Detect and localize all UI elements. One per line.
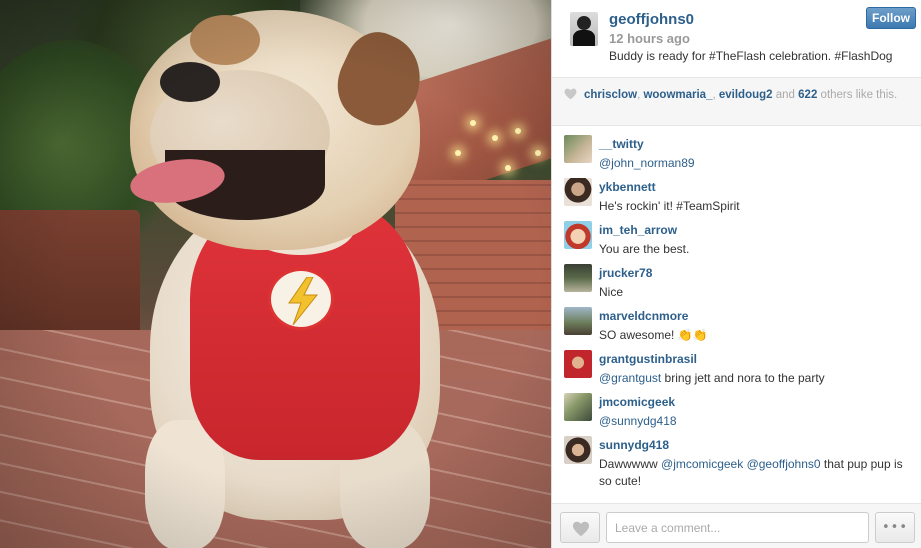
comment-body: Nice bbox=[599, 285, 624, 299]
commenter-username[interactable]: __twitty bbox=[599, 137, 644, 151]
likes-count[interactable]: 622 bbox=[798, 89, 817, 101]
comment-mention[interactable]: @grantgust bbox=[599, 371, 661, 385]
comment-text: @grantgust bring jett and nora to the pa… bbox=[599, 370, 914, 387]
ellipsis-icon: ••• bbox=[881, 519, 908, 535]
author-avatar[interactable] bbox=[570, 12, 598, 46]
like-button[interactable] bbox=[560, 512, 600, 543]
commenter-username[interactable]: sunnydg418 bbox=[599, 438, 669, 452]
commenter-avatar[interactable] bbox=[564, 178, 592, 206]
comment-text: Dawwwww @jmcomicgeek @geoffjohns0 that p… bbox=[599, 456, 914, 490]
heart-icon bbox=[573, 521, 589, 537]
post-photo[interactable] bbox=[0, 0, 551, 548]
commenter-avatar[interactable] bbox=[564, 135, 592, 163]
commenter-avatar[interactable] bbox=[564, 436, 592, 464]
commenter-username[interactable]: jmcomicgeek bbox=[599, 395, 675, 409]
liker-link[interactable]: woowmaria_ bbox=[643, 89, 712, 101]
post-header: geoffjohns0 12 hours ago Buddy is ready … bbox=[552, 0, 921, 78]
likes-summary: chrisclow, woowmaria_, evildoug2 and 622… bbox=[552, 78, 921, 126]
comment-body: SO awesome! 👏👏 bbox=[599, 328, 708, 342]
comment-mention[interactable]: @sunnydg418 bbox=[599, 414, 677, 428]
commenter-username[interactable]: ykbennett bbox=[599, 180, 656, 194]
post-caption: Buddy is ready for #TheFlash celebration… bbox=[609, 49, 893, 63]
author-username[interactable]: geoffjohns0 bbox=[609, 11, 694, 28]
commenter-username[interactable]: im_teh_arrow bbox=[599, 223, 677, 237]
likes-and: and bbox=[775, 89, 795, 101]
post-sidebar: geoffjohns0 12 hours ago Buddy is ready … bbox=[551, 0, 921, 548]
comment-text: He's rockin' it! #TeamSpirit bbox=[599, 198, 914, 215]
photo-vignette bbox=[0, 0, 551, 548]
commenter-avatar[interactable] bbox=[564, 350, 592, 378]
commenter-avatar[interactable] bbox=[564, 393, 592, 421]
more-options-button[interactable]: ••• bbox=[875, 512, 915, 543]
comment-text: SO awesome! 👏👏 bbox=[599, 327, 914, 344]
likes-suffix: others like this. bbox=[820, 89, 898, 101]
commenter-avatar[interactable] bbox=[564, 264, 592, 292]
comment-input[interactable] bbox=[606, 512, 869, 543]
comment-text: You are the best. bbox=[599, 241, 914, 258]
comment-body: You are the best. bbox=[599, 242, 690, 256]
post-timestamp[interactable]: 12 hours ago bbox=[609, 31, 690, 46]
comment-mention[interactable]: @john_norman89 bbox=[599, 156, 695, 170]
comment-text: Nice bbox=[599, 284, 914, 301]
liker-link[interactable]: chrisclow bbox=[584, 89, 637, 101]
commenter-username[interactable]: jrucker78 bbox=[599, 266, 652, 280]
commenter-username[interactable]: grantgustinbrasil bbox=[599, 352, 697, 366]
liker-link[interactable]: evildoug2 bbox=[719, 89, 773, 101]
commenter-avatar[interactable] bbox=[564, 221, 592, 249]
commenter-username[interactable]: marveldcnmore bbox=[599, 309, 688, 323]
comment-body: Dawwwww @jmcomicgeek @geoffjohns0 that p… bbox=[599, 457, 903, 488]
comment-composer: ••• bbox=[552, 503, 921, 548]
comment-list[interactable]: __twitty @john_norman89 ykbennett He's r… bbox=[552, 127, 921, 503]
comment-body: He's rockin' it! #TeamSpirit bbox=[599, 199, 740, 213]
commenter-avatar[interactable] bbox=[564, 307, 592, 335]
comment-text: @john_norman89 bbox=[599, 155, 914, 172]
comment-text: @sunnydg418 bbox=[599, 413, 914, 430]
comment-body: bring jett and nora to the party bbox=[661, 371, 825, 385]
follow-button[interactable]: Follow bbox=[866, 7, 916, 29]
heart-icon bbox=[564, 88, 577, 100]
